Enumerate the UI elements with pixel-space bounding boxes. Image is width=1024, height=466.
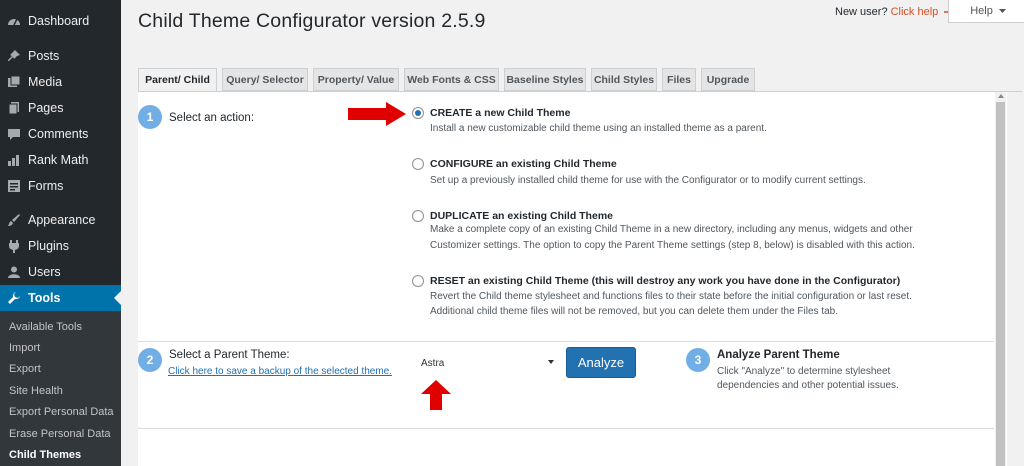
option-create-desc: Install a new customizable child theme u… [430,123,767,134]
sidebar-item-dashboard[interactable]: Dashboard [0,8,121,34]
step-1-label: Select an action: [169,112,255,124]
help-button-label: Help [970,5,993,17]
option-reset-desc-line-1: Revert the Child theme stylesheet and fu… [430,291,912,302]
panel-scrollbar[interactable] [995,92,1006,466]
sidebar-item-rank-math[interactable]: Rank Math [0,147,121,173]
tab-parent-child[interactable]: Parent/ Child [138,68,217,92]
caret-down-icon [998,9,1006,13]
option-reset-desc-line-2: Additional child theme files will not be… [430,306,839,317]
page-title: Child Theme Configurator version 2.5.9 [138,10,486,32]
submenu-item-erase-personal-data[interactable]: Erase Personal Data [9,428,111,440]
help-button[interactable]: Help [948,0,1024,23]
sidebar-item-media[interactable]: Media [0,69,121,95]
radio-configure[interactable] [412,158,424,170]
media-icon [7,75,21,89]
caret-down-icon [548,360,554,364]
sidebar-item-label: Plugins [28,239,69,253]
step-3-label: Analyze Parent Theme [717,349,840,361]
step-number-3: 3 [686,348,710,372]
option-duplicate-desc-line-2: Customizer settings. The option to copy … [430,240,915,251]
sidebar-item-label: Rank Math [28,153,89,167]
step-2-label: Select a Parent Theme: [169,349,290,361]
tab-web-fonts-css[interactable]: Web Fonts & CSS [404,68,499,91]
tab-child-styles[interactable]: Child Styles [591,68,657,91]
plugin-icon [7,239,21,253]
sidebar-item-label: Users [28,265,61,279]
analyze-description: Click "Analyze" to determine stylesheet … [717,365,907,393]
wrench-icon [7,291,21,305]
option-configure-title: CONFIGURE an existing Child Theme [430,158,617,170]
radio-create[interactable] [412,107,424,119]
section-divider [138,341,994,342]
submenu-item-import[interactable]: Import [9,342,40,354]
comment-icon [7,127,21,141]
new-user-help: New user? Click help [835,6,956,18]
admin-sidebar: Dashboard Posts Media Pages Comments Ran… [0,0,121,466]
sidebar-item-forms[interactable]: Forms [0,173,121,199]
submenu-item-export[interactable]: Export [9,363,41,375]
tab-baseline-styles[interactable]: Baseline Styles [504,68,586,91]
tab-upgrade[interactable]: Upgrade [701,68,755,91]
red-arrow-right-icon [348,102,406,126]
tab-files[interactable]: Files [662,68,696,91]
dashboard-icon [7,14,21,28]
tab-property-value[interactable]: Property/ Value [313,68,399,91]
analyze-desc-line-1: Click "Analyze" to determine stylesheet [717,366,891,377]
sidebar-item-pages[interactable]: Pages [0,95,121,121]
red-arrow-up-icon [421,380,451,410]
sidebar-item-label: Tools [28,291,61,305]
option-configure-desc: Set up a previously installed child them… [430,175,866,186]
option-reset-title: RESET an existing Child Theme (this will… [430,275,901,287]
option-duplicate-title: DUPLICATE an existing Child Theme [430,210,613,222]
analyze-button[interactable]: Analyze [566,347,636,378]
tab-query-selector[interactable]: Query/ Selector [222,68,308,91]
section-divider [138,428,994,429]
backup-theme-link[interactable]: Click here to save a backup of the selec… [168,366,392,377]
scrollbar-thumb[interactable] [996,102,1005,466]
sidebar-item-appearance[interactable]: Appearance [0,207,121,233]
sidebar-item-label: Appearance [28,213,96,227]
pin-icon [7,49,21,63]
submenu-item-available-tools[interactable]: Available Tools [9,321,82,333]
radio-duplicate[interactable] [412,210,424,222]
forms-icon [7,179,21,193]
scroll-up-icon[interactable] [998,94,1004,98]
pages-icon [7,101,21,115]
submenu-item-site-health[interactable]: Site Health [9,385,63,397]
parent-theme-select[interactable]: Astra [408,351,560,375]
sidebar-item-label: Pages [28,101,64,115]
step-number-2: 2 [138,348,162,372]
option-create-title: CREATE a new Child Theme [430,107,571,119]
sidebar-item-comments[interactable]: Comments [0,121,121,147]
sidebar-item-label: Dashboard [28,14,90,28]
user-icon [7,265,21,279]
click-help-link[interactable]: Click help [891,6,939,18]
sidebar-item-label: Media [28,75,63,89]
tools-submenu: Available Tools Import Export Site Healt… [0,311,121,466]
sidebar-item-plugins[interactable]: Plugins [0,233,121,259]
sidebar-item-tools[interactable]: Tools [0,285,121,311]
parent-theme-selected: Astra [421,357,445,369]
sidebar-item-label: Forms [28,179,64,193]
sidebar-item-posts[interactable]: Posts [0,43,121,69]
sidebar-item-label: Comments [28,127,89,141]
new-user-text: New user? [835,6,888,18]
option-duplicate-desc-line-1: Make a complete copy of an existing Chil… [430,224,913,235]
analyze-desc-line-2: dependencies and other potential issues. [717,380,899,391]
submenu-item-export-personal-data[interactable]: Export Personal Data [9,406,114,418]
chart-icon [7,153,21,167]
radio-reset[interactable] [412,275,424,287]
submenu-item-child-themes[interactable]: Child Themes [9,449,81,461]
sidebar-item-users[interactable]: Users [0,259,121,285]
brush-icon [7,213,21,227]
sidebar-item-label: Posts [28,49,60,63]
step-number-1: 1 [138,105,162,129]
